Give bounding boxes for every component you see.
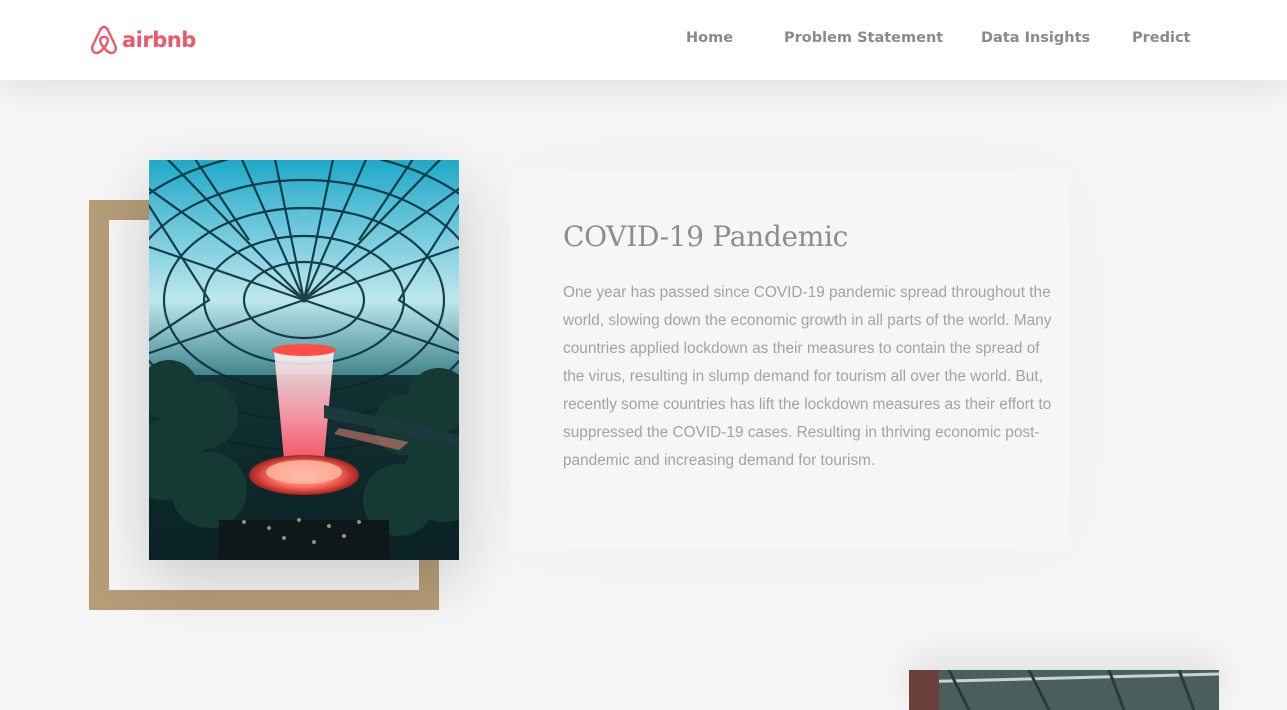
nav-predict[interactable]: Predict (1132, 30, 1191, 46)
nav-home[interactable]: Home (686, 30, 733, 46)
secondary-photo-image (909, 670, 1219, 710)
top-navbar: airbnb Home Problem Statement Data Insig… (0, 0, 1287, 80)
waterfall-dome-image (149, 160, 459, 560)
nav-data-insights[interactable]: Data Insights (981, 30, 1090, 46)
section-body: One year has passed since COVID-19 pande… (563, 284, 1052, 469)
hero-photo (149, 160, 459, 560)
main-nav: Home Problem Statement Data Insights Pre… (0, 30, 1287, 52)
section-title: COVID-19 Pandemic (563, 220, 849, 253)
nav-problem-statement[interactable]: Problem Statement (784, 30, 943, 46)
secondary-photo (909, 670, 1219, 710)
